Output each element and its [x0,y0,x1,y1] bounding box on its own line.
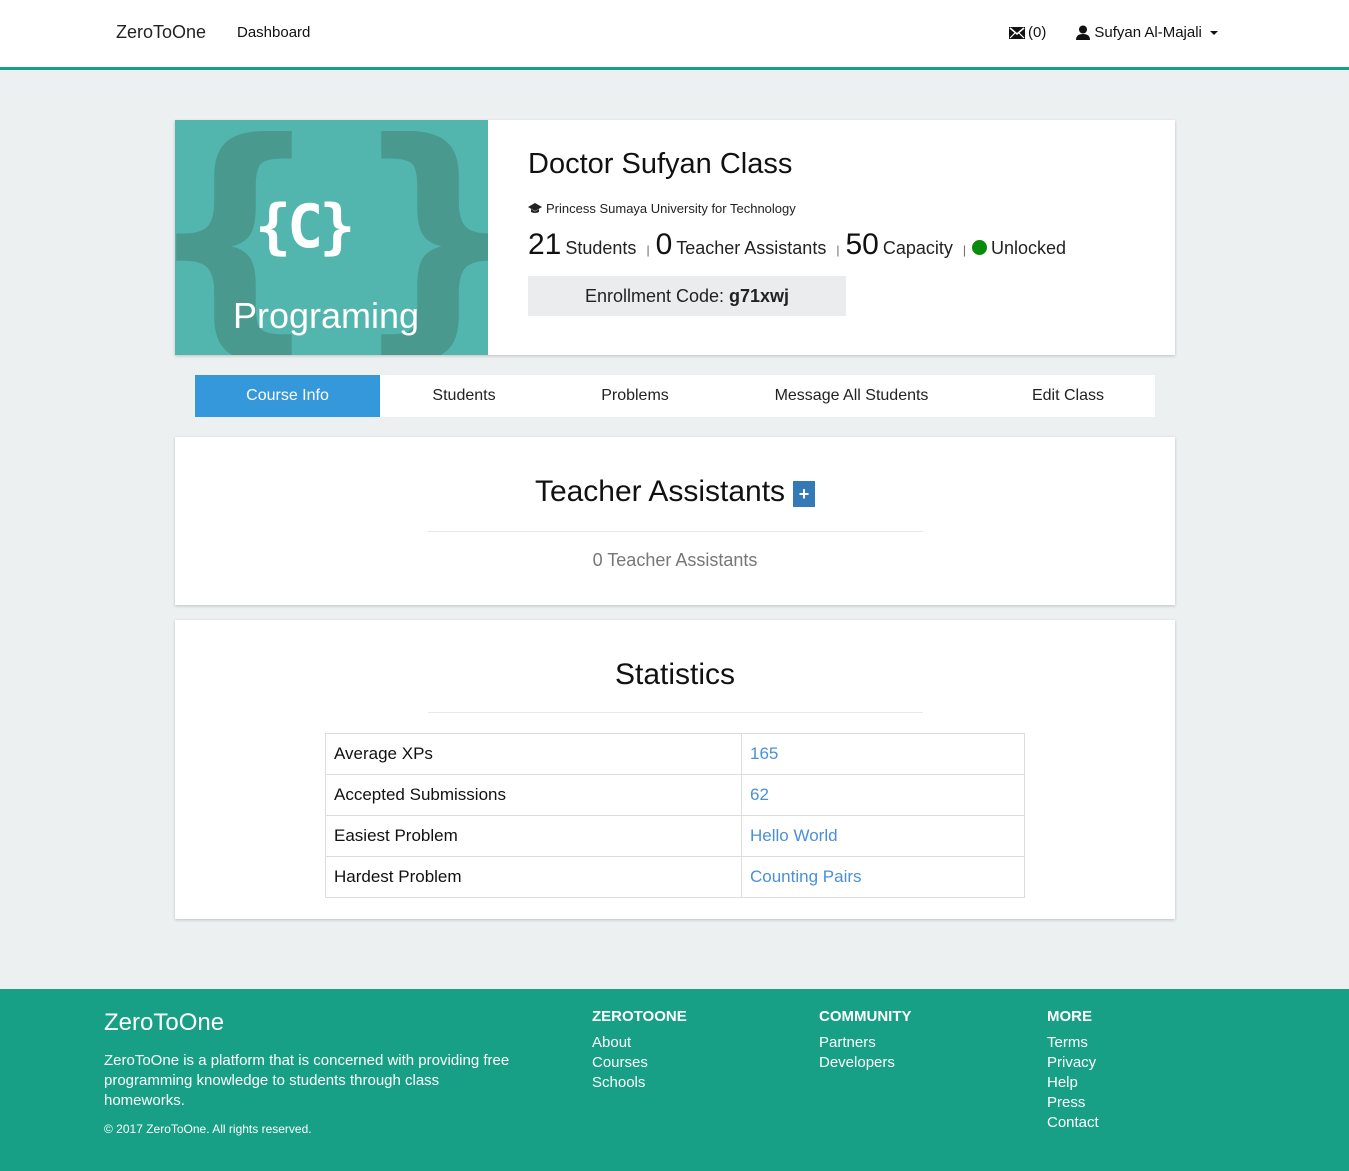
enrollment-code: g71xwj [729,285,790,306]
status-dot-icon [971,240,987,255]
footer-column-heading: ZEROTOONE [592,1008,687,1025]
school-name: Princess Sumaya University for Technolog… [546,201,796,216]
separator: | [646,243,650,257]
status-label: Unlocked [990,238,1067,258]
ta-count: 0 [655,228,673,261]
teacher-assistants-empty-text: 0 Teacher Assistants [592,550,758,570]
footer-link-courses[interactable]: Courses [592,1053,687,1073]
messages-button[interactable]: (0) [1009,24,1046,41]
caret-down-icon [1209,30,1218,35]
footer-link-schools[interactable]: Schools [592,1073,687,1093]
ta-label: Teacher Assistants [676,238,827,258]
stat-value: 165 [741,733,1025,775]
easiest-problem-link[interactable]: Hello World [750,826,838,845]
user-name: Sufyan Al-Majali [1094,24,1202,41]
capacity-label: Capacity [882,238,953,258]
footer-description: ZeroToOne is a platform that is concerne… [104,1052,510,1109]
teacher-assistants-title: Teacher Assistants [534,475,786,508]
divider [427,712,923,713]
stat-value: Hello World [741,815,1025,857]
footer-link-contact[interactable]: Contact [1047,1113,1099,1133]
footer-link-about[interactable]: About [592,1033,687,1053]
envelope-icon [1009,26,1025,39]
nav-dashboard[interactable]: Dashboard [237,24,310,41]
capacity-count: 50 [845,228,879,261]
class-logo-text: Programing [233,295,420,336]
footer-link-help[interactable]: Help [1047,1073,1099,1093]
footer-link-partners[interactable]: Partners [819,1033,912,1053]
divider [427,531,923,532]
plus-icon: + [798,483,810,504]
class-image: { } {C} Programing [175,120,488,355]
separator: | [836,243,840,257]
statistics-title: Statistics [614,658,736,691]
footer-brand: ZeroToOne [104,1009,225,1036]
tab-problems[interactable]: Problems [548,375,722,417]
stat-label: Accepted Submissions [325,774,742,816]
tab-edit-class[interactable]: Edit Class [981,375,1155,417]
footer-link-press[interactable]: Press [1047,1093,1099,1113]
footer-link-developers[interactable]: Developers [819,1053,912,1073]
stat-value: 62 [741,774,1025,816]
footer-copyright: © 2017 ZeroToOne. All rights reserved. [104,1122,312,1136]
class-tabs: Course Info Students Problems Message Al… [195,375,1155,417]
class-stats: 21 Students | 0 Teacher Assistants | 50 … [528,228,1066,262]
add-teacher-assistant-button[interactable]: + [793,481,816,507]
footer-link-privacy[interactable]: Privacy [1047,1053,1099,1073]
school: Princess Sumaya University for Technolog… [528,201,1066,216]
tab-message-all-students[interactable]: Message All Students [722,375,981,417]
stat-label: Hardest Problem [325,856,742,898]
class-info: Doctor Sufyan Class Princess Sumaya Univ… [488,120,1066,355]
statistics-card: Statistics Average XPs 165 Accepted Subm… [175,620,1175,919]
stat-label: Average XPs [325,733,742,775]
footer-column-community: COMMUNITY Partners Developers [819,1008,912,1073]
nav-right: (0) Sufyan Al-Majali [1009,24,1218,41]
table-row: Average XPs 165 [325,733,1025,775]
tab-students[interactable]: Students [380,375,548,417]
table-row: Accepted Submissions 62 [325,774,1025,816]
class-title: Doctor Sufyan Class [528,148,793,180]
teacher-assistants-heading: Teacher Assistants + [175,475,1175,509]
teacher-assistants-card: Teacher Assistants + 0 Teacher Assistant… [175,437,1175,605]
messages-count: (0) [1028,24,1047,41]
students-label: Students [565,238,637,258]
class-header-card: { } {C} Programing Doctor Sufyan Class P… [175,120,1175,355]
user-menu[interactable]: Sufyan Al-Majali [1076,24,1218,41]
hardest-problem-link[interactable]: Counting Pairs [750,867,862,886]
stat-value: Counting Pairs [741,856,1025,898]
navbar: ZeroToOne Dashboard (0) Sufyan Al-Majali [0,0,1349,70]
enrollment-label: Enrollment Code: [584,285,725,306]
user-icon [1076,25,1091,40]
enrollment-code-box: Enrollment Code: g71xwj [528,276,846,316]
table-row: Hardest Problem Counting Pairs [325,856,1025,898]
separator: | [962,243,966,257]
stat-value-link[interactable]: 62 [750,785,769,804]
footer-column-more: MORE Terms Privacy Help Press Contact [1047,1008,1099,1133]
footer-column-heading: MORE [1047,1008,1092,1025]
footer-column-heading: COMMUNITY [819,1008,912,1025]
footer-link-terms[interactable]: Terms [1047,1033,1099,1053]
stat-value-link[interactable]: 165 [750,744,778,763]
footer-column-zerotoone: ZEROTOONE About Courses Schools [592,1008,687,1093]
footer: ZeroToOne ZeroToOne is a platform that i… [0,989,1349,1171]
statistics-table: Average XPs 165 Accepted Submissions 62 … [325,733,1025,898]
graduation-cap-icon [528,203,542,213]
brand-logo[interactable]: ZeroToOne [116,22,206,43]
page: ZeroToOne Dashboard (0) Sufyan Al-Majali [0,0,1349,1171]
tab-course-info[interactable]: Course Info [195,375,380,417]
stat-label: Easiest Problem [325,815,742,857]
students-count: 21 [528,228,562,261]
table-row: Easiest Problem Hello World [325,815,1025,857]
class-logo-code: {C} [255,192,355,262]
